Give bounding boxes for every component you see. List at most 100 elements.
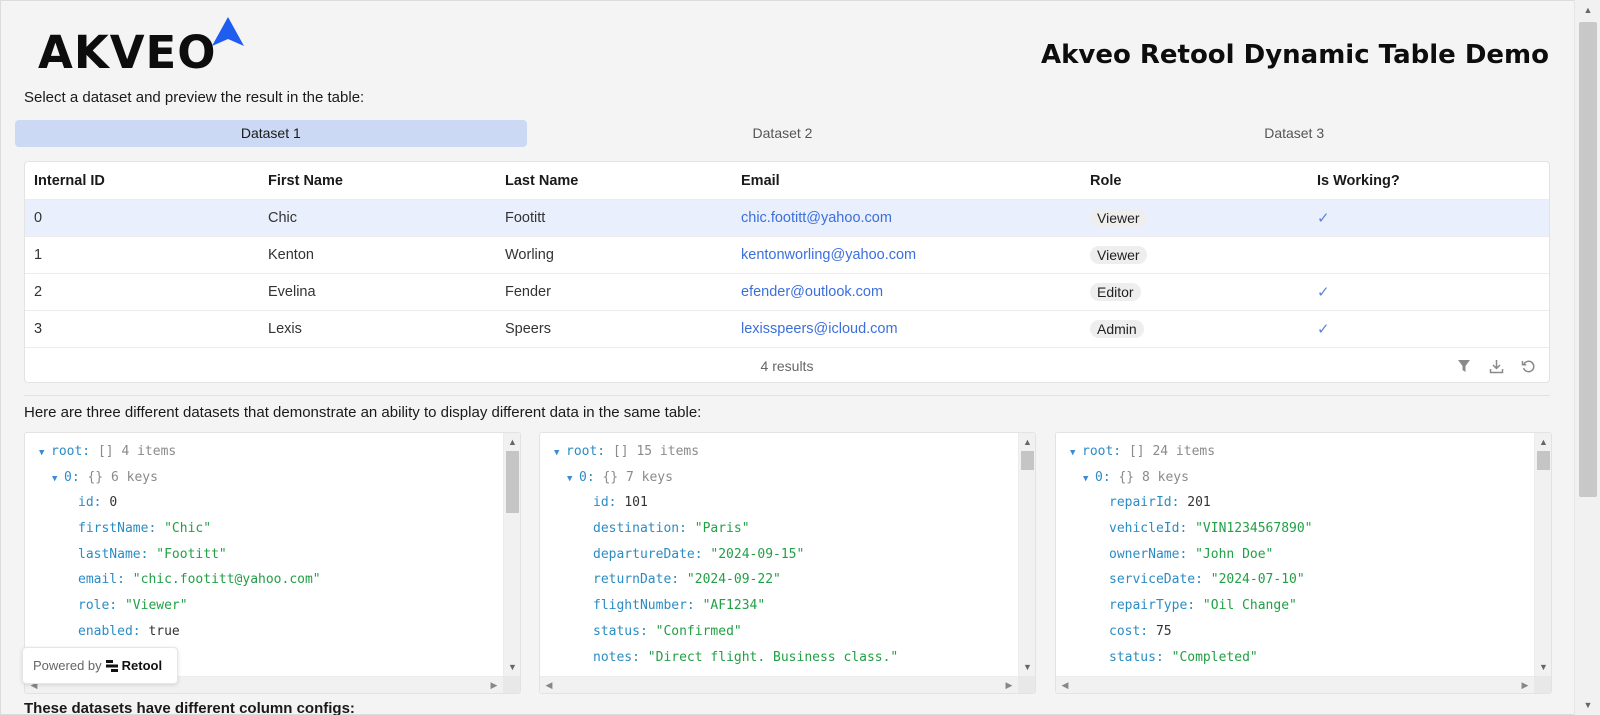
- json-field: serviceDate: "2024-07-10": [1109, 572, 1305, 588]
- collapse-triangle-icon[interactable]: ▼: [39, 441, 51, 467]
- tab-dataset-2[interactable]: Dataset 2: [527, 120, 1039, 147]
- scroll-corner: [1018, 676, 1035, 693]
- table-footer: 4 results: [25, 347, 1549, 382]
- scroll-up-arrow-icon[interactable]: ▲: [1535, 435, 1551, 449]
- scroll-left-arrow-icon[interactable]: ◀: [542, 677, 556, 693]
- download-icon[interactable]: [1487, 357, 1505, 375]
- page-scroll-down-icon[interactable]: ▼: [1575, 697, 1600, 713]
- collapse-triangle-icon[interactable]: ▼: [52, 467, 64, 493]
- cell-last-name: Footitt: [505, 210, 546, 226]
- cell-id: 2: [34, 284, 43, 300]
- column-header-last-name[interactable]: Last Name: [496, 173, 732, 189]
- scroll-down-arrow-icon[interactable]: ▼: [1535, 660, 1551, 674]
- vertical-scrollbar[interactable]: ▲ ▼: [503, 433, 520, 676]
- json-field: firstName: "Chic": [78, 521, 212, 537]
- retool-brand-text: Retool: [121, 658, 163, 673]
- role-tag: Admin: [1090, 320, 1144, 338]
- page-scrollbar[interactable]: ▲ ▼: [1574, 0, 1600, 715]
- scroll-up-arrow-icon[interactable]: ▲: [504, 435, 520, 449]
- scroll-left-arrow-icon[interactable]: ◀: [1058, 677, 1072, 693]
- json-field: vehicleId: "VIN1234567890": [1109, 521, 1313, 537]
- json-field: role: "Viewer": [78, 598, 188, 614]
- email-link[interactable]: efender@outlook.com: [741, 284, 883, 300]
- cell-id: 0: [34, 210, 43, 226]
- cell-last-name: Speers: [505, 321, 551, 337]
- scroll-right-arrow-icon[interactable]: ▶: [1518, 677, 1532, 693]
- json-field: id: 0: [78, 495, 118, 511]
- table-header: Internal ID First Name Last Name Email R…: [25, 162, 1549, 199]
- email-link[interactable]: lexisspeers@icloud.com: [741, 321, 898, 337]
- json-field: lastName: "Footitt": [78, 546, 227, 562]
- page-scrollbar-thumb[interactable]: [1579, 22, 1597, 497]
- table-row[interactable]: 1 Kenton Worling kentonworling@yahoo.com…: [25, 236, 1549, 273]
- scrollbar-thumb[interactable]: [506, 451, 519, 513]
- column-header-email[interactable]: Email: [732, 173, 1081, 189]
- tab-dataset-3[interactable]: Dataset 3: [1038, 120, 1550, 147]
- datasets-intro: Here are three different datasets that d…: [24, 404, 702, 421]
- json-field: destination: "Paris": [593, 521, 750, 537]
- column-header-first-name[interactable]: First Name: [259, 173, 496, 189]
- logo-arrow-icon: [212, 17, 244, 46]
- dataset-instruction: Select a dataset and preview the result …: [24, 89, 365, 106]
- collapse-triangle-icon[interactable]: ▼: [554, 441, 566, 467]
- retool-logo-icon: [105, 659, 118, 672]
- role-tag: Viewer: [1090, 209, 1147, 227]
- horizontal-scrollbar[interactable]: ◀ ▶: [1056, 676, 1534, 693]
- json-viewer-dataset-3[interactable]: ▼ root: [] 24 items ▼ 0: {} 8 keys repairI…: [1055, 432, 1552, 694]
- page-scroll-up-icon[interactable]: ▲: [1575, 2, 1600, 18]
- json-field: departureDate: "2024-09-15": [593, 546, 805, 562]
- scroll-down-arrow-icon[interactable]: ▼: [1019, 660, 1035, 674]
- json-field: id: 101: [593, 495, 648, 511]
- table-row[interactable]: 3 Lexis Speers lexisspeers@icloud.com Ad…: [25, 310, 1549, 347]
- email-link[interactable]: kentonworling@yahoo.com: [741, 247, 916, 263]
- scroll-corner: [503, 676, 520, 693]
- scrollbar-thumb[interactable]: [1021, 451, 1034, 470]
- collapse-triangle-icon[interactable]: ▼: [567, 467, 579, 493]
- json-field: repairId: 201: [1109, 495, 1211, 511]
- check-icon: ✓: [1317, 321, 1330, 338]
- json-viewer-dataset-2[interactable]: ▼ root: [] 15 items ▼ 0: {} 7 keys id: 101…: [539, 432, 1036, 694]
- check-icon: ✓: [1317, 210, 1330, 227]
- cell-first-name: Lexis: [268, 321, 302, 337]
- table-row[interactable]: 0 Chic Footitt chic.footitt@yahoo.com Vi…: [25, 199, 1549, 236]
- json-field: status: "Confirmed": [593, 623, 742, 639]
- refresh-icon[interactable]: [1519, 357, 1537, 375]
- column-configs-heading: These datasets have different column con…: [24, 700, 355, 715]
- json-field: flightNumber: "AF1234": [593, 598, 766, 614]
- json-field: returnDate: "2024-09-22": [593, 572, 781, 588]
- email-link[interactable]: chic.footitt@yahoo.com: [741, 210, 892, 226]
- scroll-down-arrow-icon[interactable]: ▼: [504, 660, 520, 674]
- column-header-internal-id[interactable]: Internal ID: [25, 173, 259, 189]
- json-field: cost: 75: [1109, 623, 1172, 639]
- column-header-role[interactable]: Role: [1081, 173, 1308, 189]
- cell-first-name: Chic: [268, 210, 298, 226]
- json-field: ownerName: "John Doe": [1109, 546, 1274, 562]
- horizontal-scrollbar[interactable]: ◀ ▶: [540, 676, 1018, 693]
- filter-icon[interactable]: [1455, 357, 1473, 375]
- json-field: repairType: "Oil Change": [1109, 598, 1297, 614]
- collapse-triangle-icon[interactable]: ▼: [1083, 467, 1095, 493]
- json-field: email: "chic.footitt@yahoo.com": [78, 572, 321, 588]
- scroll-corner: [1534, 676, 1551, 693]
- powered-by-retool-badge[interactable]: Powered by Retool: [22, 647, 178, 684]
- cell-id: 1: [34, 247, 43, 263]
- scroll-right-arrow-icon[interactable]: ▶: [487, 677, 501, 693]
- data-table: Internal ID First Name Last Name Email R…: [24, 161, 1550, 383]
- role-tag: Editor: [1090, 283, 1141, 301]
- json-field: enabled: true: [78, 623, 180, 639]
- cell-last-name: Fender: [505, 284, 551, 300]
- column-header-is-working[interactable]: Is Working?: [1308, 173, 1549, 189]
- role-tag: Viewer: [1090, 246, 1147, 264]
- vertical-scrollbar[interactable]: ▲ ▼: [1534, 433, 1551, 676]
- cell-first-name: Kenton: [268, 247, 314, 263]
- scroll-up-arrow-icon[interactable]: ▲: [1019, 435, 1035, 449]
- check-icon: ✓: [1317, 284, 1330, 301]
- scroll-right-arrow-icon[interactable]: ▶: [1002, 677, 1016, 693]
- tab-dataset-1[interactable]: Dataset 1: [15, 120, 527, 147]
- page-title: Akveo Retool Dynamic Table Demo: [1040, 40, 1549, 70]
- table-row[interactable]: 2 Evelina Fender efender@outlook.com Edi…: [25, 273, 1549, 310]
- vertical-scrollbar[interactable]: ▲ ▼: [1018, 433, 1035, 676]
- collapse-triangle-icon[interactable]: ▼: [1070, 441, 1082, 467]
- json-field: status: "Completed": [1109, 649, 1258, 665]
- scrollbar-thumb[interactable]: [1537, 451, 1550, 470]
